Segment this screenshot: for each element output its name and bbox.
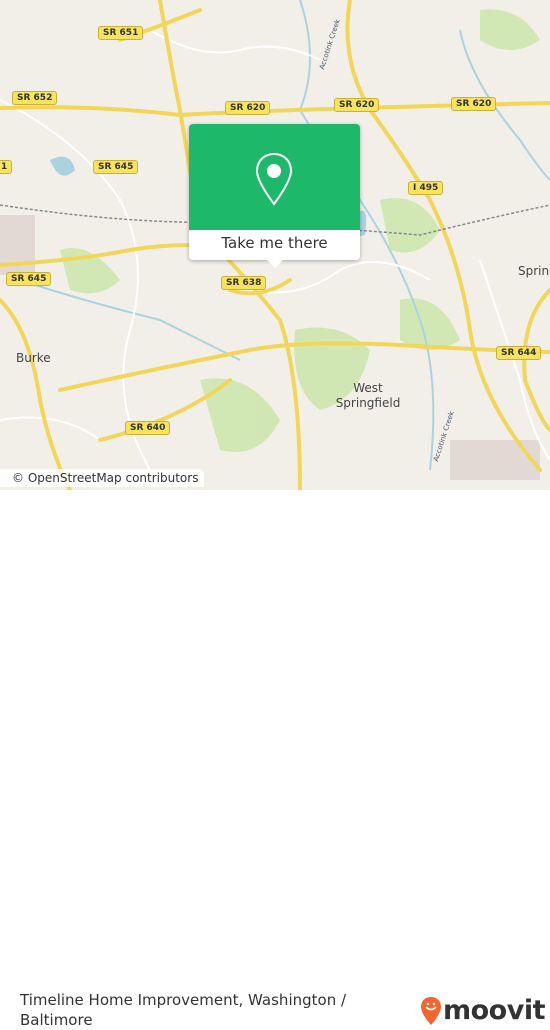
- moovit-pin-icon: [421, 997, 441, 1025]
- place-label: West Springfield: [335, 381, 401, 410]
- map-pin-icon: [255, 152, 293, 206]
- map[interactable]: SR 651 SR 652 SR 620 SR 620 SR 620 SR 64…: [0, 0, 550, 490]
- take-me-there-button[interactable]: Take me there: [189, 230, 360, 260]
- road-shield: SR 620: [225, 101, 271, 115]
- location-title: Timeline Home Improvement, Washington / …: [20, 991, 347, 1029]
- road-shield: SR 640: [125, 421, 171, 435]
- road-shield: SR 645: [93, 160, 139, 174]
- road-shield: I 495: [408, 181, 444, 195]
- road-shield: 1: [0, 160, 13, 174]
- road-shield: SR 651: [98, 26, 144, 40]
- road-shield: SR 620: [451, 97, 497, 111]
- place-label: Burke: [16, 351, 51, 365]
- footer: Timeline Home Improvement, Washington / …: [0, 490, 550, 1029]
- road-shield: SR 645: [6, 272, 52, 286]
- road-shield: SR 644: [496, 346, 542, 360]
- destination-popup[interactable]: Take me there: [189, 124, 360, 268]
- popup-pointer: [267, 260, 283, 268]
- place-label: Spring: [518, 264, 550, 278]
- road-shield: SR 638: [221, 276, 267, 290]
- road-shield: SR 652: [12, 91, 58, 105]
- moovit-logo: moovit: [443, 995, 546, 1026]
- map-attribution[interactable]: © OpenStreetMap contributors: [0, 469, 205, 487]
- road-shield: SR 620: [334, 98, 380, 112]
